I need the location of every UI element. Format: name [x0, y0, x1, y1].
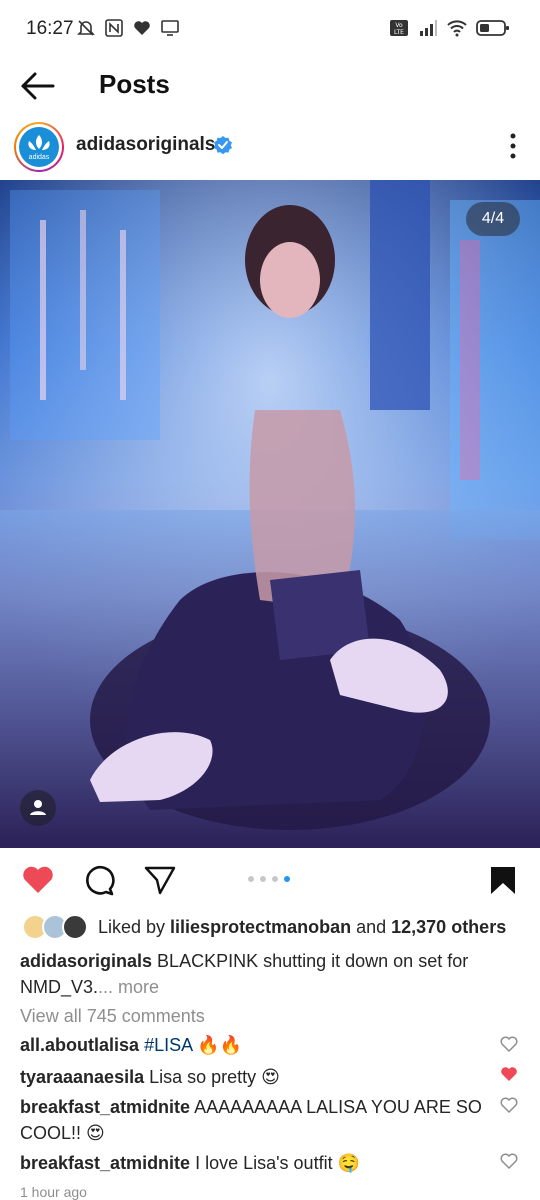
save-bookmark-icon[interactable]: [486, 864, 520, 896]
comment-username[interactable]: tyaraaanaesila: [20, 1067, 144, 1087]
view-all-comments-link[interactable]: View all 745 comments: [20, 1006, 205, 1027]
svg-text:Vo: Vo: [395, 22, 403, 29]
trefoil-icon: adidas: [27, 135, 51, 161]
post-photo[interactable]: 4/4: [0, 180, 540, 848]
likes-text: Liked by liliesprotectmanoban and 12,370…: [98, 917, 507, 937]
like-heart-icon[interactable]: [21, 864, 55, 896]
post-timestamp: 1 hour ago: [20, 1184, 87, 1200]
carousel-dot: [272, 876, 278, 882]
battery-icon: [476, 20, 509, 36]
share-send-icon[interactable]: [143, 864, 177, 896]
liker-avatars: [22, 914, 92, 942]
likes-count[interactable]: 12,370 others: [391, 917, 506, 937]
svg-text:LTE: LTE: [394, 29, 404, 36]
comment-item: breakfast_atmidnite AAAAAAAAA LALISA YOU…: [20, 1097, 482, 1143]
carousel-dot-active: [284, 876, 290, 882]
comment-item: breakfast_atmidnite I love Lisa's outfit…: [20, 1153, 360, 1173]
signal-icon: [420, 20, 437, 36]
mute-alarm-icon: [77, 20, 95, 36]
caption-more-link[interactable]: ... more: [98, 977, 159, 997]
carousel-indicator: [248, 876, 290, 882]
carousel-counter: 4/4: [466, 202, 520, 236]
status-bar: 16:27 Vo LTE: [0, 0, 540, 58]
person-tag-icon: [30, 800, 46, 815]
comment-username[interactable]: breakfast_atmidnite: [20, 1153, 190, 1173]
comment-liked-heart-icon[interactable]: [500, 1066, 518, 1082]
caption-username[interactable]: adidasoriginals: [20, 951, 152, 971]
comment-like-heart-icon[interactable]: [500, 1153, 518, 1169]
status-time: 16:27: [26, 18, 74, 39]
svg-text:adidas: adidas: [29, 154, 50, 161]
comment-username[interactable]: breakfast_atmidnite: [20, 1097, 190, 1117]
volte-icon: Vo LTE: [390, 20, 408, 36]
comment-bubble-icon[interactable]: [82, 864, 116, 896]
post-actions: [0, 856, 540, 904]
profile-avatar[interactable]: adidas: [14, 122, 64, 172]
carousel-dot: [260, 876, 266, 882]
comment-like-heart-icon[interactable]: [500, 1097, 518, 1113]
liker-username[interactable]: liliesprotectmanoban: [170, 917, 351, 937]
avatar: [62, 914, 88, 940]
more-options-icon[interactable]: [508, 132, 518, 160]
post-username[interactable]: adidasoriginals: [76, 134, 215, 156]
verified-badge-icon: [214, 136, 232, 155]
photo-scene: [0, 180, 540, 848]
back-arrow-icon[interactable]: [20, 70, 56, 102]
top-app-bar: Posts: [0, 58, 540, 114]
post-caption: adidasoriginals BLACKPINK shutting it do…: [20, 948, 520, 1000]
likes-summary[interactable]: Liked by liliesprotectmanoban and 12,370…: [20, 912, 530, 944]
post-header: adidas adidasoriginals: [0, 116, 540, 176]
comment-like-heart-icon[interactable]: [500, 1036, 518, 1052]
comment-username[interactable]: all.aboutlalisa: [20, 1035, 139, 1055]
comment-hashtag[interactable]: #LISA: [144, 1035, 192, 1055]
comment-item: tyaraaanaesila Lisa so pretty 😍: [20, 1067, 280, 1087]
page-title: Posts: [99, 69, 170, 99]
heart-icon: [134, 21, 150, 35]
tagged-people-button[interactable]: [20, 790, 56, 826]
comment-item: all.aboutlalisa #LISA 🔥🔥: [20, 1035, 242, 1055]
monitor-icon: [161, 20, 179, 36]
carousel-dot: [248, 876, 254, 882]
nfc-icon: [105, 19, 123, 37]
adidas-trefoil-logo: adidas: [19, 127, 59, 167]
wifi-icon: [447, 20, 467, 37]
